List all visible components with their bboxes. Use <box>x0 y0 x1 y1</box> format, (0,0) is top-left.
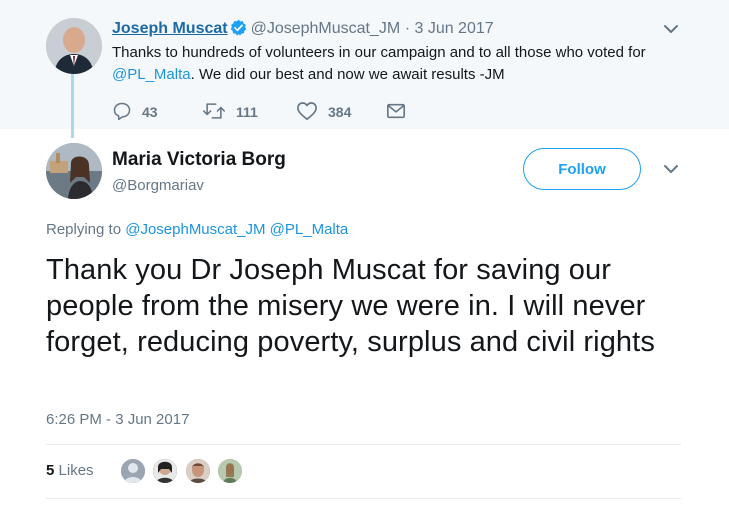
heart-icon <box>296 101 328 124</box>
replying-prefix: Replying to <box>46 221 126 238</box>
tweet-timestamp[interactable]: 6:26 PM - 3 Jun 2017 <box>46 411 189 428</box>
likes-label: Likes <box>58 462 94 479</box>
likes-count: 5 <box>46 462 55 479</box>
divider <box>46 498 681 499</box>
author-handle[interactable]: @Borgmariav <box>112 176 204 196</box>
retweet-button[interactable]: 111 <box>202 100 258 124</box>
chevron-down-icon[interactable] <box>662 20 680 43</box>
like-count: 384 <box>328 104 352 120</box>
like-button[interactable]: 384 <box>296 100 351 124</box>
parent-tweet: Joseph Muscat @JosephMuscat_JM · 3 Jun 20… <box>0 0 729 129</box>
envelope-icon <box>386 102 416 123</box>
liker-avatar[interactable] <box>184 457 212 485</box>
replying-mention-link[interactable]: @JosephMuscat_JM <box>125 221 265 238</box>
parent-tweet-date[interactable]: 3 Jun 2017 <box>414 20 493 37</box>
follow-button[interactable]: Follow <box>523 148 641 190</box>
direct-message-button[interactable] <box>386 100 416 124</box>
tweet-text: Thank you Dr Joseph Muscat for saving ou… <box>46 254 655 358</box>
reply-count: 43 <box>142 104 158 120</box>
retweet-icon <box>202 101 236 124</box>
parent-tweet-text: Thanks to hundreds of volunteers in our … <box>112 42 702 86</box>
parent-mention-link[interactable]: @PL_Malta <box>112 66 191 83</box>
header-separator: · <box>404 20 411 37</box>
reply-icon <box>112 101 142 124</box>
verified-badge-icon <box>230 19 247 43</box>
liker-avatar[interactable] <box>216 457 244 485</box>
reply-button[interactable]: 43 <box>112 100 158 124</box>
liker-avatar[interactable] <box>151 457 179 485</box>
replying-to: Replying to @JosephMuscat_JM @PL_Malta <box>46 221 348 238</box>
chevron-down-icon[interactable] <box>662 160 680 183</box>
author-avatar[interactable] <box>46 143 102 199</box>
thread-connector <box>71 74 74 138</box>
parent-text-part-1: Thanks to hundreds of volunteers in our … <box>112 44 646 61</box>
retweet-count: 111 <box>236 104 258 120</box>
parent-author-avatar[interactable] <box>46 18 102 74</box>
parent-tweet-header: Joseph Muscat @JosephMuscat_JM · 3 Jun 20… <box>112 18 494 43</box>
parent-author-name[interactable]: Joseph Muscat <box>112 20 228 37</box>
parent-text-part-2: . We did our best and now we await resul… <box>190 66 505 83</box>
divider <box>46 444 681 445</box>
likes-summary[interactable]: 5 Likes <box>46 462 94 479</box>
author-name[interactable]: Maria Victoria Borg <box>112 148 286 172</box>
replying-mention-link[interactable]: @PL_Malta <box>270 221 349 238</box>
liker-avatar[interactable] <box>119 457 147 485</box>
parent-author-handle[interactable]: @JosephMuscat_JM <box>251 20 401 37</box>
